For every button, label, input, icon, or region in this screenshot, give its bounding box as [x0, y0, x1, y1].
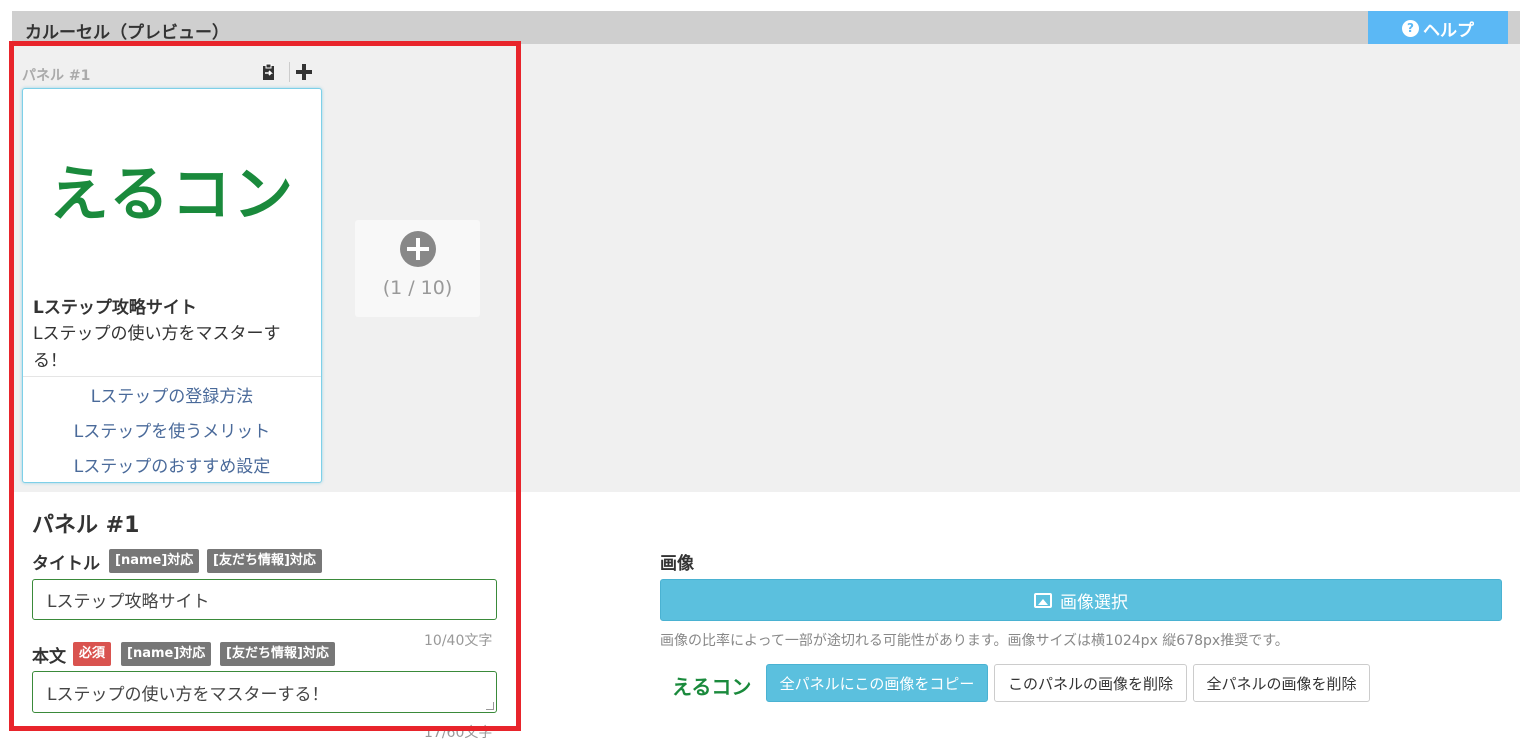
card-image-logo: えるコン: [48, 159, 296, 230]
card-image: えるコン: [23, 89, 321, 289]
name-support-badge: [name]対応: [109, 549, 200, 573]
image-section-label: 画像: [660, 554, 694, 574]
preview-header: カルーセル（プレビュー）: [12, 11, 1520, 44]
delete-all-images-button[interactable]: 全パネルの画像を削除: [1193, 664, 1370, 702]
help-label: ヘルプ: [1423, 20, 1474, 41]
panel-count: (1 / 10): [382, 277, 453, 299]
select-image-button[interactable]: 画像選択: [660, 579, 1502, 621]
card-action-1[interactable]: Lステップの登録方法: [23, 382, 321, 407]
delete-panel-image-button[interactable]: このパネルの画像を削除: [994, 664, 1187, 702]
title-input[interactable]: Lステップ攻略サイト: [32, 579, 497, 620]
add-panel-button[interactable]: (1 / 10): [355, 220, 480, 317]
title-field-label: タイトル: [32, 554, 100, 574]
card-action-3[interactable]: Lステップのおすすめ設定: [23, 452, 321, 477]
question-circle-icon: ?: [1402, 19, 1419, 37]
editor-section-title: パネル #1: [32, 513, 140, 538]
friend-info-badge: [友だち情報]対応: [207, 549, 322, 573]
carousel-panel-card[interactable]: えるコン Lステップ攻略サイト Lステップの使い方をマスターする！ Lステップの…: [22, 88, 322, 483]
image-note: 画像の比率によって一部が途切れる可能性があります。画像サイズは横1024px 縦…: [660, 633, 1289, 649]
panel-label: パネル #1: [22, 68, 91, 84]
card-divider: [23, 376, 321, 377]
header-title: カルーセル（プレビュー）: [25, 23, 229, 43]
title-char-counter: 10/40文字: [424, 633, 493, 649]
resize-handle-icon[interactable]: [486, 702, 494, 710]
select-image-label: 画像選択: [1060, 592, 1128, 613]
card-action-2[interactable]: Lステップを使うメリット: [23, 417, 321, 442]
body-field-label: 本文: [32, 647, 66, 667]
required-badge: 必須: [73, 642, 112, 666]
picture-icon: [1034, 592, 1052, 608]
body-textarea-value: Lステップの使い方をマスターする！: [47, 684, 329, 705]
carousel-editor: カルーセル（プレビュー） ? ヘルプ パネル #1 えるコン Lステップ攻略サイ…: [0, 0, 1528, 747]
paste-panel-icon[interactable]: [259, 62, 279, 82]
help-button[interactable]: ? ヘルプ: [1368, 11, 1508, 45]
card-body: Lステップの使い方をマスターする！: [33, 324, 281, 371]
card-title: Lステップ攻略サイト: [33, 298, 197, 318]
body-char-counter: 17/60文字: [424, 725, 493, 741]
copy-image-all-panels-button[interactable]: 全パネルにこの画像をコピー: [766, 664, 988, 702]
name-support-badge: [name]対応: [121, 642, 212, 666]
toolbar-divider: [289, 62, 290, 82]
plus-circle-icon: [400, 231, 436, 267]
image-thumbnail: えるコン: [672, 675, 752, 699]
title-input-value: Lステップ攻略サイト: [47, 592, 210, 612]
body-textarea[interactable]: Lステップの使い方をマスターする！: [32, 671, 497, 713]
friend-info-badge: [友だち情報]対応: [220, 642, 335, 666]
add-panel-plus-icon[interactable]: [294, 62, 314, 82]
